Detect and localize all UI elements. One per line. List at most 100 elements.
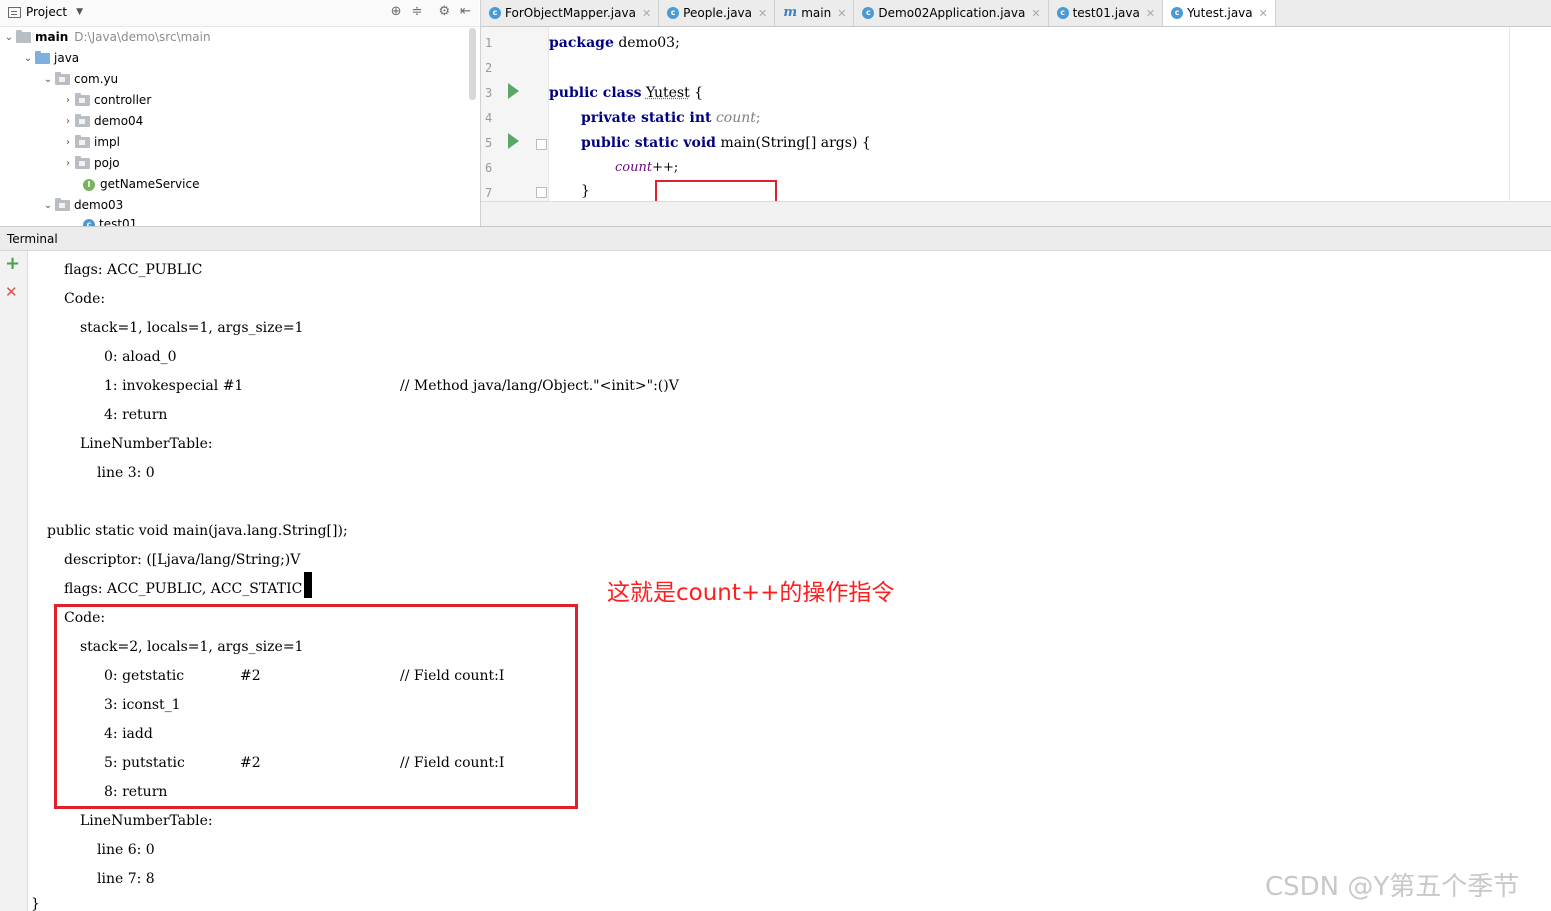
class-icon: c bbox=[1171, 7, 1184, 19]
editor-scroll-area bbox=[481, 201, 1551, 227]
tab-yutest[interactable]: c Yutest.java ✕ bbox=[1163, 0, 1276, 26]
chevron-right-icon[interactable]: › bbox=[61, 90, 75, 111]
keyword: package bbox=[549, 35, 614, 51]
close-icon[interactable]: ✕ bbox=[758, 7, 767, 20]
tree-item-label: pojo bbox=[94, 156, 120, 170]
tree-item-impl[interactable]: › impl bbox=[61, 132, 120, 153]
editor-gutter: 1 2 3 4 5 6 7 bbox=[481, 27, 549, 201]
chevron-right-icon[interactable]: › bbox=[61, 153, 75, 174]
close-icon[interactable]: ✕ bbox=[1259, 7, 1268, 20]
tree-item-pojo[interactable]: › pojo bbox=[61, 153, 120, 174]
watermark: CSDN @Y第五个季节 bbox=[1265, 872, 1520, 902]
right-margin-line bbox=[1509, 27, 1510, 201]
terminal-line: stack=1, locals=1, args_size=1 bbox=[80, 320, 304, 336]
tree-item-demo03[interactable]: ⌄ demo03 bbox=[41, 195, 123, 216]
tree-item-test01[interactable]: c test01 bbox=[83, 214, 137, 226]
tree-item-java[interactable]: ⌄ java bbox=[21, 48, 79, 69]
tree-item-label: demo03 bbox=[74, 198, 124, 212]
close-session-icon[interactable]: ✕ bbox=[5, 283, 18, 301]
class-icon: c bbox=[1056, 7, 1069, 19]
tree-item-getnameservice[interactable]: I getNameService bbox=[83, 174, 199, 195]
terminal-title: Terminal bbox=[7, 232, 58, 246]
tab-demo02application[interactable]: c Demo02Application.java ✕ bbox=[854, 0, 1049, 26]
tree-item-demo04[interactable]: › demo04 bbox=[61, 111, 143, 132]
code-area[interactable]: package demo03; public class Yutest { pr… bbox=[549, 27, 1509, 201]
field-reference: count bbox=[615, 160, 653, 175]
tree-item-label: getNameService bbox=[100, 177, 200, 191]
brace: } bbox=[581, 183, 590, 199]
highlight-box bbox=[655, 180, 777, 201]
tab-test01[interactable]: c test01.java ✕ bbox=[1049, 0, 1164, 26]
close-icon[interactable]: ✕ bbox=[837, 7, 846, 20]
tree-item-controller[interactable]: › controller bbox=[61, 90, 151, 111]
hide-panel-icon[interactable]: ⇤ bbox=[460, 4, 471, 19]
editor-tab-bar: c ForObjectMapper.java ✕ c People.java ✕… bbox=[481, 0, 1551, 27]
chevron-down-icon[interactable]: ⌄ bbox=[21, 48, 35, 69]
class-icon: c bbox=[489, 7, 501, 19]
tab-label: People.java bbox=[683, 6, 752, 20]
tree-item-label: demo04 bbox=[94, 114, 144, 128]
keyword: public class bbox=[549, 85, 642, 101]
annotation-text: 这就是count++的操作指令 bbox=[607, 580, 895, 606]
project-title: Project bbox=[26, 5, 68, 19]
close-icon[interactable]: ✕ bbox=[642, 7, 651, 20]
line-number: 4 bbox=[485, 111, 493, 125]
field-name: count bbox=[715, 110, 756, 126]
fold-icon[interactable] bbox=[536, 139, 547, 150]
chevron-down-icon[interactable]: ⌄ bbox=[2, 27, 16, 48]
terminal-line: descriptor: ([Ljava/lang/String;)V bbox=[64, 552, 301, 568]
method-signature: main(String[] args) { bbox=[720, 135, 871, 151]
tab-forobjectmapper[interactable]: c ForObjectMapper.java ✕ bbox=[481, 0, 660, 26]
collapse-all-icon[interactable]: ≑ bbox=[412, 4, 423, 19]
gear-icon[interactable]: ⚙ bbox=[438, 4, 450, 19]
package-icon bbox=[75, 135, 90, 148]
tree-item-com-yu[interactable]: ⌄ com.yu bbox=[41, 69, 118, 90]
project-header: Project ▼ ⊕ ≑ ⚙ ⇤ bbox=[0, 0, 479, 27]
code-line-1: package demo03; bbox=[549, 35, 680, 51]
close-icon[interactable]: ✕ bbox=[1031, 7, 1040, 20]
keyword: public static void bbox=[581, 135, 716, 151]
chevron-down-icon[interactable]: ⌄ bbox=[41, 69, 55, 90]
terminal-line: 4: return bbox=[104, 407, 168, 423]
chevron-down-icon[interactable]: ⌄ bbox=[41, 195, 55, 216]
module-folder-icon bbox=[16, 30, 31, 43]
fold-icon[interactable] bbox=[536, 187, 547, 198]
brace: { bbox=[694, 85, 704, 101]
terminal-comment: // Method java/lang/Object."<init>":()V bbox=[400, 378, 679, 394]
editor: c ForObjectMapper.java ✕ c People.java ✕… bbox=[480, 0, 1551, 227]
terminal-line: 1: invokespecial #1 bbox=[104, 378, 244, 394]
run-class-icon[interactable] bbox=[508, 83, 519, 99]
terminal-line: line 3: 0 bbox=[97, 465, 155, 481]
code-line-5: public static void main(String[] args) { bbox=[581, 135, 871, 151]
terminal-line: flags: ACC_PUBLIC, ACC_STATIC bbox=[64, 581, 303, 597]
project-scrollbar[interactable] bbox=[469, 28, 476, 100]
add-session-icon[interactable]: + bbox=[5, 255, 20, 273]
line-number: 6 bbox=[485, 161, 493, 175]
tree-item-label: com.yu bbox=[74, 72, 119, 86]
tree-item-main[interactable]: ⌄ main D:\Java\demo\src\main bbox=[2, 27, 211, 48]
tree-item-label: impl bbox=[94, 135, 120, 149]
chevron-down-icon[interactable]: ▼ bbox=[76, 7, 83, 17]
tab-label: main bbox=[801, 6, 832, 20]
terminal-line: LineNumberTable: bbox=[80, 813, 213, 829]
terminal-cursor bbox=[304, 572, 312, 598]
project-panel: Project ▼ ⊕ ≑ ⚙ ⇤ ⌄ main D:\Java\demo\sr… bbox=[0, 0, 479, 226]
line-number: 7 bbox=[485, 186, 493, 200]
locate-icon[interactable]: ⊕ bbox=[391, 4, 402, 19]
tab-people[interactable]: c People.java ✕ bbox=[659, 0, 776, 26]
class-icon: c bbox=[862, 7, 875, 19]
tab-main[interactable]: m main ✕ bbox=[775, 0, 855, 26]
tab-label: Demo02Application.java bbox=[878, 6, 1026, 20]
semicolon: ; bbox=[755, 110, 761, 126]
tree-item-label: main bbox=[35, 30, 69, 44]
line-number: 5 bbox=[485, 136, 493, 150]
run-main-icon[interactable] bbox=[508, 133, 519, 149]
code-line-7: } bbox=[581, 183, 590, 199]
close-icon[interactable]: ✕ bbox=[1146, 7, 1155, 20]
project-view-selector[interactable]: Project ▼ bbox=[8, 5, 83, 19]
project-icon bbox=[8, 6, 21, 18]
terminal-line: 0: aload_0 bbox=[104, 349, 177, 365]
chevron-right-icon[interactable]: › bbox=[61, 111, 75, 132]
chevron-right-icon[interactable]: › bbox=[61, 132, 75, 153]
package-icon bbox=[75, 114, 90, 127]
